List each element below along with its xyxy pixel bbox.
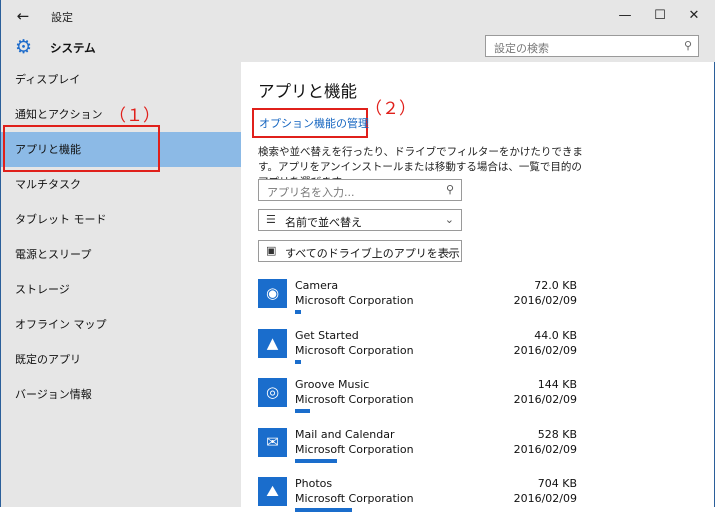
app-name: Groove Music bbox=[295, 378, 370, 391]
app-name: Mail and Calendar bbox=[295, 428, 395, 441]
app-publisher: Microsoft Corporation bbox=[295, 492, 414, 505]
search-placeholder: 設定の検索 bbox=[494, 42, 549, 55]
search-icon[interactable]: ⚲ bbox=[684, 39, 692, 52]
app-publisher: Microsoft Corporation bbox=[295, 393, 414, 406]
maximize-button[interactable]: ☐ bbox=[648, 6, 672, 26]
chevron-down-icon: ⌄ bbox=[444, 213, 454, 226]
app-publisher: Microsoft Corporation bbox=[295, 294, 414, 307]
sidebar-item-storage[interactable]: ストレージ bbox=[1, 272, 241, 307]
app-date: 2016/02/09 bbox=[513, 294, 577, 307]
app-date: 2016/02/09 bbox=[513, 492, 577, 505]
sidebar-item-tablet-mode[interactable]: タブレット モード bbox=[1, 202, 241, 237]
music-disc-icon: ◎ bbox=[258, 378, 287, 407]
app-name: Get Started bbox=[295, 329, 359, 342]
search-icon[interactable]: ⚲ bbox=[446, 183, 454, 196]
drive-icon: ▣ bbox=[266, 244, 277, 257]
settings-window: ← 設定 — ☐ ✕ ⚙ システム 設定の検索 ⚲ ディスプレイ 通知とアクショ… bbox=[0, 0, 715, 512]
header: ⚙ システム 設定の検索 ⚲ bbox=[1, 32, 715, 62]
app-publisher: Microsoft Corporation bbox=[295, 344, 414, 357]
drive-filter-dropdown[interactable]: ▣ すべてのドライブ上のアプリを表示 ⌄ bbox=[258, 240, 462, 262]
sort-dropdown[interactable]: ☰ 名前で並べ替え ⌄ bbox=[258, 209, 462, 231]
list-item[interactable]: ✉ Mail and Calendar Microsoft Corporatio… bbox=[258, 428, 588, 478]
app-date: 2016/02/09 bbox=[513, 393, 577, 406]
close-button[interactable]: ✕ bbox=[682, 6, 706, 26]
app-size: 44.0 KB bbox=[534, 329, 577, 342]
mail-icon: ✉ bbox=[258, 428, 287, 457]
list-item[interactable]: ▲ Get Started Microsoft Corporation 44.0… bbox=[258, 329, 588, 379]
sort-icon: ☰ bbox=[266, 213, 276, 226]
chevron-down-icon: ⌄ bbox=[444, 244, 454, 257]
app-size: 72.0 KB bbox=[534, 279, 577, 292]
app-name: Camera bbox=[295, 279, 339, 292]
camera-icon: ◉ bbox=[258, 279, 287, 308]
app-usage-bar bbox=[295, 360, 301, 364]
window-title: 設定 bbox=[51, 11, 73, 24]
minimize-button[interactable]: — bbox=[613, 6, 637, 26]
app-date: 2016/02/09 bbox=[513, 443, 577, 456]
back-arrow-icon[interactable]: ← bbox=[13, 6, 33, 26]
app-publisher: Microsoft Corporation bbox=[295, 443, 414, 456]
app-date: 2016/02/09 bbox=[513, 344, 577, 357]
settings-search-input[interactable]: 設定の検索 ⚲ bbox=[485, 35, 699, 57]
title-bar: ← 設定 — ☐ ✕ bbox=[1, 0, 715, 32]
annotation-box-1 bbox=[3, 125, 160, 172]
sort-label: 名前で並べ替え bbox=[285, 216, 362, 229]
app-size: 528 KB bbox=[537, 428, 577, 441]
list-item[interactable]: ◉ Camera Microsoft Corporation 72.0 KB 2… bbox=[258, 279, 588, 329]
app-size: 704 KB bbox=[537, 477, 577, 490]
sidebar-item-power-sleep[interactable]: 電源とスリープ bbox=[1, 237, 241, 272]
sidebar-item-offline-maps[interactable]: オフライン マップ bbox=[1, 307, 241, 342]
annotation-label-2: （２） bbox=[365, 99, 416, 119]
app-usage-bar bbox=[295, 409, 310, 413]
app-usage-bar bbox=[295, 508, 352, 512]
app-usage-bar bbox=[295, 310, 301, 314]
manage-optional-features-link[interactable]: オプション機能の管理 bbox=[259, 115, 369, 131]
sidebar-item-display[interactable]: ディスプレイ bbox=[1, 62, 241, 97]
app-size: 144 KB bbox=[537, 378, 577, 391]
sidebar-item-multitasking[interactable]: マルチタスク bbox=[1, 167, 241, 202]
list-item[interactable]: ⛰ Photos Microsoft Corporation 704 KB 20… bbox=[258, 477, 588, 527]
app-search-input[interactable]: アプリ名を入力... ⚲ bbox=[258, 179, 462, 201]
sidebar-item-default-apps[interactable]: 既定のアプリ bbox=[1, 342, 241, 377]
lightbulb-icon: ▲ bbox=[258, 329, 287, 358]
annotation-label-1: （１） bbox=[109, 106, 160, 126]
drive-filter-label: すべてのドライブ上のアプリを表示 bbox=[285, 247, 460, 260]
sidebar-item-about[interactable]: バージョン情報 bbox=[1, 377, 241, 412]
page-title: システム bbox=[50, 41, 96, 55]
gear-icon: ⚙ bbox=[15, 36, 33, 58]
photo-icon: ⛰ bbox=[258, 477, 287, 506]
app-search-placeholder: アプリ名を入力... bbox=[267, 186, 355, 199]
app-usage-bar bbox=[295, 459, 337, 463]
app-name: Photos bbox=[295, 477, 333, 490]
main-heading: アプリと機能 bbox=[258, 82, 357, 101]
list-item[interactable]: ◎ Groove Music Microsoft Corporation 144… bbox=[258, 378, 588, 428]
